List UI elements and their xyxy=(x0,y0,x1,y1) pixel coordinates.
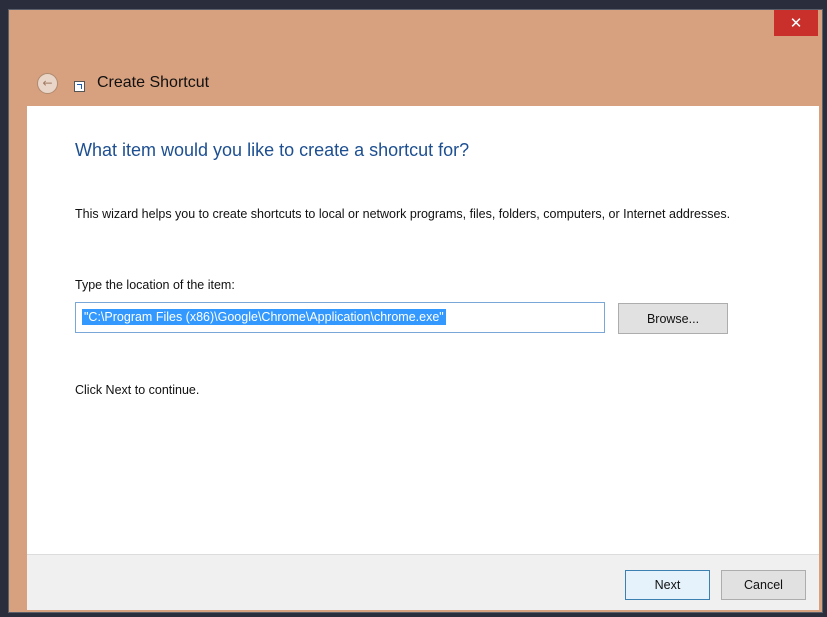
page-heading: What item would you like to create a sho… xyxy=(75,140,470,160)
window-title: Create Shortcut xyxy=(97,74,210,91)
cancel-button[interactable]: Cancel xyxy=(721,570,806,600)
location-label: Type the location of the item: xyxy=(75,278,235,292)
continue-instruction: Click Next to continue. xyxy=(75,383,200,397)
title-row: ← Create Shortcut xyxy=(37,68,209,98)
close-icon: ✕ xyxy=(789,14,803,32)
shortcut-icon xyxy=(74,80,85,92)
close-button[interactable]: ✕ xyxy=(774,10,818,36)
wizard-footer: Next Cancel xyxy=(27,554,819,610)
location-value: "C:\Program Files (x86)\Google\Chrome\Ap… xyxy=(82,309,446,325)
back-arrow-icon[interactable]: ← xyxy=(37,72,58,94)
location-input[interactable]: "C:\Program Files (x86)\Google\Chrome\Ap… xyxy=(75,302,605,333)
create-shortcut-dialog: ✕ ← Create Shortcut What item would you … xyxy=(8,9,823,613)
next-button[interactable]: Next xyxy=(625,570,710,600)
wizard-content: What item would you like to create a sho… xyxy=(27,106,819,554)
wizard-description: This wizard helps you to create shortcut… xyxy=(75,207,731,221)
browse-button[interactable]: Browse... xyxy=(618,303,728,334)
